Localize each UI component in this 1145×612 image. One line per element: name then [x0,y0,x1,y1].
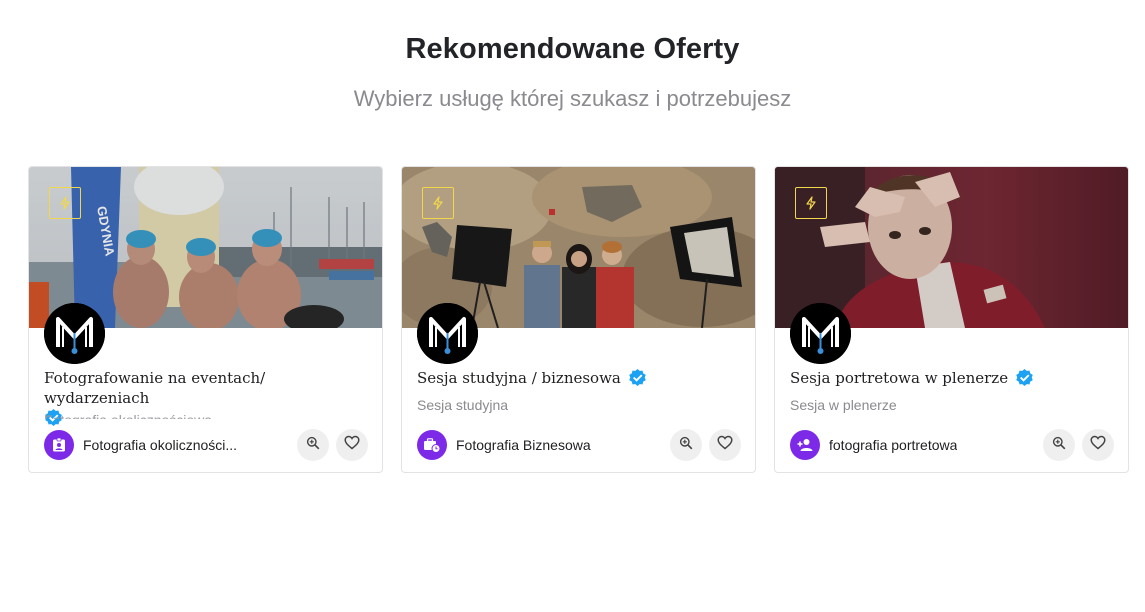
favorite-button[interactable] [336,429,368,461]
offer-title[interactable]: Sesja portretowa w plenerze [790,368,1120,392]
offer-title[interactable]: Fotografowanie na eventach/ wydarzeniach [44,368,374,432]
offer-footer: Fotografia okoliczności... [44,429,368,461]
zoom-in-icon [306,436,320,455]
promoted-badge [49,187,81,219]
verified-badge-icon [1015,368,1034,392]
lightning-icon [432,196,444,210]
offer-card-1[interactable]: GDYNIA Fotografowanie na eventach/ wydar… [28,166,383,473]
zoom-button[interactable] [670,429,702,461]
zoom-button[interactable] [1043,429,1075,461]
offer-footer: Fotografia Biznesowa [417,429,741,461]
zoom-button[interactable] [297,429,329,461]
offer-card-3[interactable]: Sesja portretowa w plenerze Sesja w plen… [774,166,1129,473]
heart-icon [344,435,360,455]
favorite-button[interactable] [709,429,741,461]
offer-title-text: Fotografowanie na eventach/ wydarzeniach [44,369,266,407]
provider-avatar[interactable] [417,303,478,364]
promoted-badge [422,187,454,219]
section-subtitle: Wybierz usługę której szukasz i potrzebu… [353,86,792,111]
promoted-badge [795,187,827,219]
person-add-icon [790,430,820,460]
section-title: Rekomendowane Oferty [405,33,740,65]
provider-avatar[interactable] [44,303,105,364]
category-label[interactable]: Fotografia Biznesowa [456,437,591,453]
offer-title-text: Sesja portretowa w plenerze [790,369,1009,387]
offer-footer: fotografia portretowa [790,429,1114,461]
heart-icon [717,435,733,455]
zoom-in-icon [679,436,693,455]
offer-title[interactable]: Sesja studyjna / biznesowa [417,368,747,392]
heart-icon [1090,435,1106,455]
lightning-icon [805,196,817,210]
offer-subtitle: Fotografia okolicznościowa [44,411,212,419]
badge-portrait-icon [44,430,74,460]
zoom-in-icon [1052,436,1066,455]
favorite-button[interactable] [1082,429,1114,461]
provider-avatar[interactable] [790,303,851,364]
lightning-icon [59,196,71,210]
section-heading: Rekomendowane Oferty Wybierz usługę któr… [0,30,1145,113]
category-label[interactable]: Fotografia okoliczności... [83,437,237,453]
verified-badge-icon [628,368,647,392]
offer-title-text: Sesja studyjna / biznesowa [417,369,621,387]
category-label[interactable]: fotografia portretowa [829,437,957,453]
briefcase-clock-icon [417,430,447,460]
offer-subtitle: Sesja w plenerze [790,397,897,413]
offer-subtitle: Sesja studyjna [417,397,509,413]
offer-card-2[interactable]: Sesja studyjna / biznesowa Sesja studyjn… [401,166,756,473]
